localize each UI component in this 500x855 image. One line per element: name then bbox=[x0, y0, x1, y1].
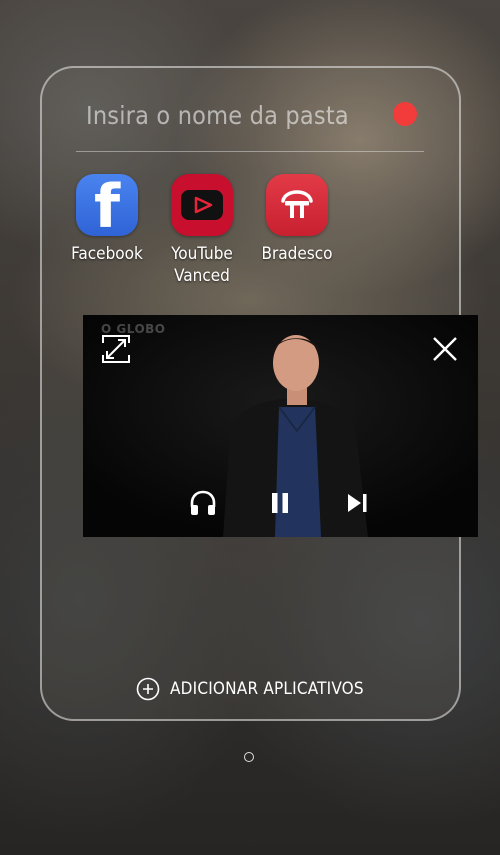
folder-name-input[interactable]: Insira o nome da pasta bbox=[86, 96, 376, 136]
video-watermark: O GLOBO bbox=[101, 322, 166, 336]
pause-icon[interactable] bbox=[271, 493, 289, 513]
app-label: YouTube Vanced bbox=[171, 244, 233, 286]
app-label: Facebook bbox=[71, 244, 143, 264]
add-apps-label: ADICIONAR APLICATIVOS bbox=[170, 679, 364, 699]
skip-next-icon[interactable] bbox=[348, 494, 368, 512]
app-label: Bradesco bbox=[261, 244, 333, 264]
page-indicator-dot bbox=[244, 752, 254, 762]
app-facebook[interactable]: f Facebook bbox=[57, 172, 157, 265]
facebook-app-icon: f bbox=[76, 172, 138, 242]
youtube-vanced-app-icon bbox=[171, 174, 233, 236]
add-apps-button[interactable]: ADICIONAR APLICATIVOS bbox=[136, 676, 364, 702]
expand-icon[interactable] bbox=[102, 335, 130, 363]
app-bradesco[interactable]: Bradesco bbox=[247, 174, 347, 265]
video-player-overlay[interactable]: O GLOBO bbox=[83, 315, 478, 537]
bradesco-app-icon bbox=[266, 174, 328, 236]
close-icon[interactable] bbox=[432, 336, 458, 362]
add-circle-icon bbox=[136, 677, 160, 701]
folder-name-divider bbox=[76, 151, 424, 152]
folder-color-button[interactable] bbox=[393, 102, 417, 126]
headphones-icon[interactable] bbox=[189, 490, 217, 516]
app-youtube-vanced[interactable]: YouTube Vanced bbox=[152, 174, 252, 287]
